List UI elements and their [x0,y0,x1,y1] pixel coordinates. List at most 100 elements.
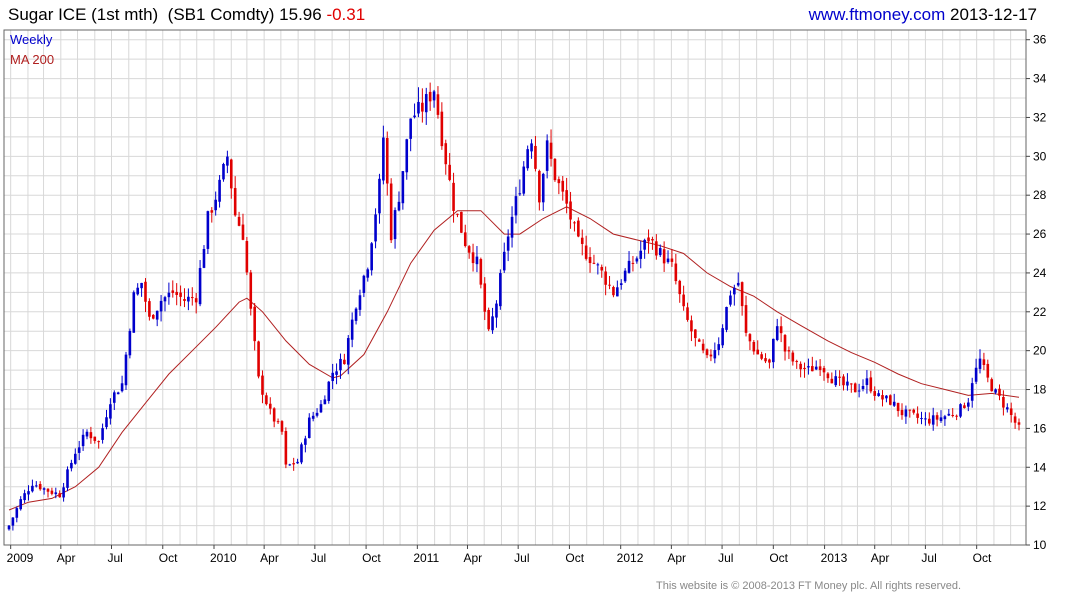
candle-body [159,300,163,312]
candle-body [112,392,116,403]
candle-body [50,490,54,494]
candle-body [752,341,756,352]
candle-body [814,366,818,370]
candle-body [432,91,436,101]
candle-body [725,306,728,330]
candle-body [89,432,93,439]
y-tick-label: 30 [1033,149,1047,163]
candle-body [222,163,225,180]
candle-body [31,485,34,492]
candle-body [124,354,128,386]
candle-body [686,307,689,320]
candle-body [924,418,927,420]
candle-body [604,271,607,285]
candle-body [483,283,487,312]
x-tick-label: Jul [718,551,733,565]
x-tick-label: Apr [871,551,890,565]
ma200-layer [8,206,1020,511]
candle-body [608,284,611,286]
candle-body [62,487,65,498]
candle-body [982,359,986,365]
candle-body [15,508,19,518]
candle-body [46,488,50,492]
candle-body [853,383,857,393]
candle-body [740,282,744,307]
candle-body [994,389,997,393]
candle-body [77,447,81,453]
price-chart: 10 12 14 16 18 20 22 24 26 28 30 32 34 36 2009 Apr Jul Oc… [3,29,1047,565]
candle-body [327,381,331,401]
candle-body [421,102,424,112]
candle-body [58,493,61,498]
candle-body [584,245,588,259]
candle-body [619,283,623,286]
candle-body [120,383,124,392]
candle-body [502,251,506,271]
candle-body [549,142,553,159]
candle-body [889,395,892,405]
candle-body [136,287,139,295]
candle-body [772,338,775,363]
candle-body [151,314,155,319]
y-tick-label: 14 [1033,460,1047,474]
candle-body [588,257,592,264]
candle-body [627,260,631,273]
candle-body [440,111,444,147]
candle-body [690,320,693,332]
candle-body [791,352,795,362]
candle-body [807,366,810,368]
candle-body [128,330,132,356]
candle-body [713,350,717,359]
legend-item: Weekly [10,32,53,47]
candle-body [522,166,526,194]
candle-body [666,258,670,263]
candle-body [346,338,350,365]
candle-body [931,415,935,425]
x-tick-label: 2009 [7,551,34,565]
candle-body [705,349,709,356]
candle-body [600,266,604,271]
candle-body [506,236,510,251]
candle-body [27,491,30,495]
candle-body [385,137,389,184]
candle-body [331,372,334,382]
candle-body [643,239,646,250]
candle-body [978,358,982,369]
candle-body [187,296,190,302]
candle-body [405,139,409,173]
candle-body [647,237,650,242]
candle-body [908,409,912,411]
candle-body [744,305,748,333]
candle-body [155,310,159,320]
candle-body [210,210,214,213]
candle-body [655,241,658,256]
candle-body [226,156,229,166]
candle-body [261,375,264,395]
x-tick-label: Oct [973,551,992,565]
candle-body [963,405,966,409]
candle-body [561,180,565,192]
candle-body [23,493,26,501]
candle-body [1002,396,1005,408]
candle-body [635,258,639,262]
footer-copyright: This website is © 2008-2013 FT Money plc… [656,580,962,592]
candle-body [799,363,802,370]
candle-body [573,222,576,224]
x-tick-label: Oct [565,551,584,565]
candle-body [444,143,448,165]
candle-body [1017,422,1021,425]
candle-body [288,464,292,466]
candle-body [167,292,171,298]
candle-body [214,199,217,211]
candle-body [237,216,241,226]
candle-body [756,349,760,355]
candle-body [206,211,210,249]
candle-body [140,282,143,289]
candle-body [339,358,342,371]
candle-body [970,383,974,401]
candle-body [565,190,568,204]
candle-body [198,268,202,305]
x-tick-label: Jul [921,551,936,565]
candle-body [553,158,557,181]
candle-body [319,404,323,413]
